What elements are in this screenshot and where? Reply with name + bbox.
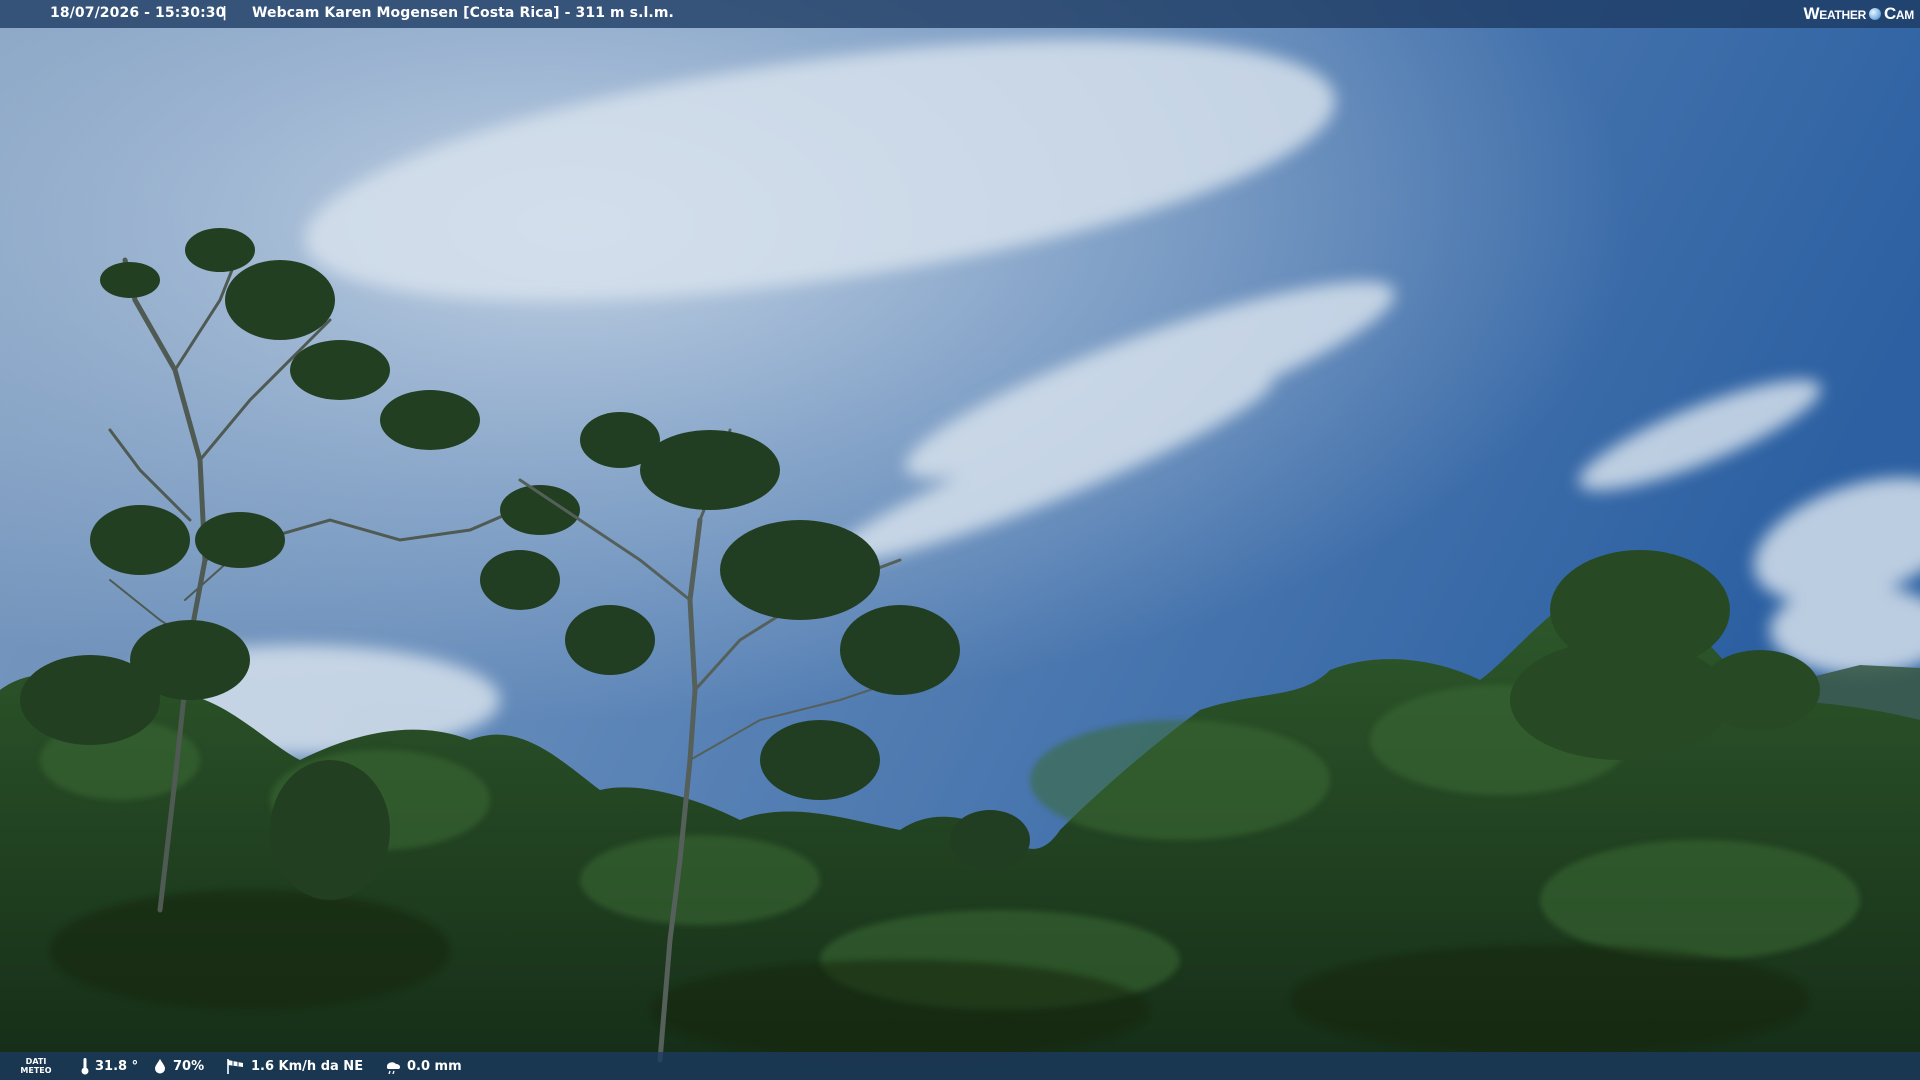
weathercam-logo: Weather Cam <box>1803 3 1915 25</box>
thermometer-icon <box>81 1058 89 1075</box>
rain-reading: 0.0 mm <box>384 1052 462 1080</box>
temperature-value: 31.8 ° <box>95 1058 139 1074</box>
top-info-bar: 18/07/2026 - 15:30:30 | Webcam Karen Mog… <box>0 0 1920 28</box>
dati-meteo-label: DATI METEO <box>20 1052 52 1080</box>
temperature-reading: 31.8 ° <box>80 1052 138 1080</box>
webcam-scene <box>0 0 1920 1080</box>
humidity-reading: 70% <box>152 1052 204 1080</box>
dati-label-line2: METEO <box>20 1066 52 1075</box>
wind-windsock-icon <box>227 1059 243 1074</box>
humidity-value: 70% <box>173 1058 205 1074</box>
logo-word-cam: Cam <box>1883 4 1914 23</box>
logo-word-weather: Weather <box>1803 4 1867 23</box>
weather-data-bar: DATI METEO 31.8 ° 70% 1.6 Km/h da NE 0.0… <box>0 1052 1920 1080</box>
wind-value: 1.6 Km/h da NE <box>251 1058 364 1074</box>
dati-label-line1: DATI <box>25 1057 47 1066</box>
logo-globe-icon <box>1868 8 1881 20</box>
timestamp: 18/07/2026 - 15:30:30 <box>50 5 226 21</box>
rain-value: 0.0 mm <box>407 1058 462 1074</box>
humidity-drop-icon <box>155 1059 165 1074</box>
wind-reading: 1.6 Km/h da NE <box>226 1052 363 1080</box>
separator: | <box>222 5 228 21</box>
rain-gauge-icon <box>386 1062 401 1074</box>
webcam-title: Webcam Karen Mogensen [Costa Rica] - 311… <box>252 5 674 21</box>
